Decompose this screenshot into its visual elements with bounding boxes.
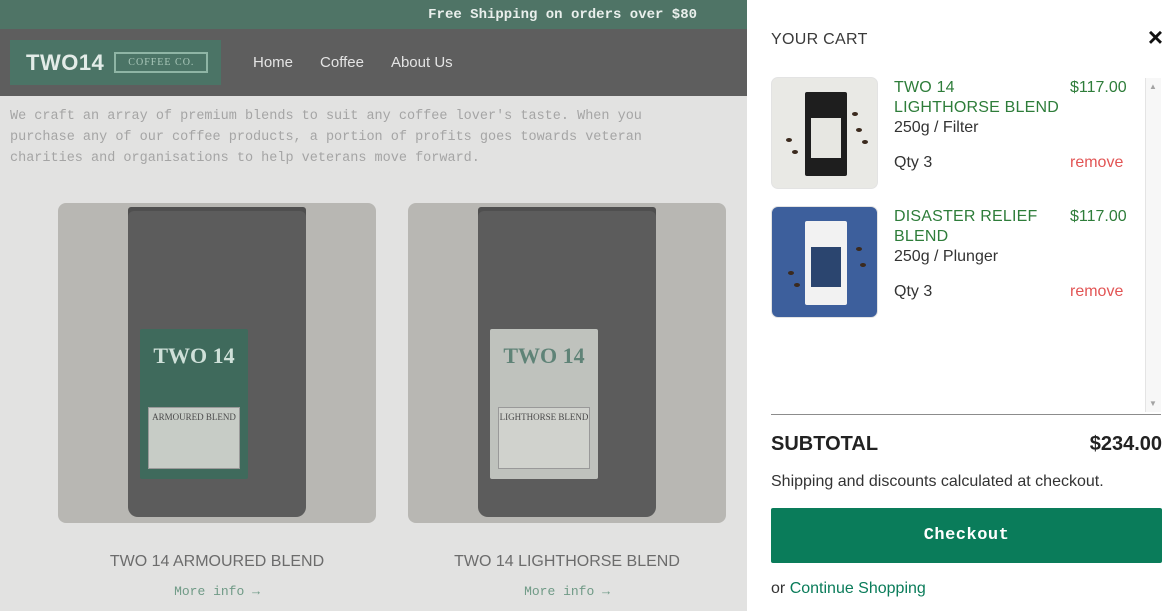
mini-bag-label [811, 247, 841, 287]
nav-coffee[interactable]: Coffee [320, 54, 364, 71]
item-price: $117.00 [1070, 208, 1127, 225]
cart-item: DISASTER RELIEF BLEND $117.00 250g / Plu… [771, 206, 1161, 335]
coffee-bag: TWO 14 ARMOURED BLEND [128, 211, 306, 517]
bean-dot [856, 247, 862, 251]
bean-dot [792, 150, 798, 154]
item-thumbnail[interactable] [771, 206, 878, 318]
product-name[interactable]: TWO 14 ARMOURED BLEND [58, 553, 376, 571]
shipping-note: Shipping and discounts calculated at che… [771, 473, 1104, 490]
mini-bag-image [805, 92, 847, 176]
item-thumbnail[interactable] [771, 77, 878, 189]
announcement-bar: Free Shipping on orders over $80 [0, 0, 747, 29]
nav-home[interactable]: Home [253, 54, 293, 71]
announcement-text: Free Shipping on orders over $80 [428, 6, 697, 23]
close-icon[interactable]: × [1148, 24, 1163, 50]
continue-prefix: or [771, 580, 786, 597]
cart-item: TWO 14 LIGHTHORSE BLEND $117.00 250g / F… [771, 77, 1161, 206]
bean-dot [794, 283, 800, 287]
subtotal-label: SUBTOTAL [771, 433, 879, 455]
divider [771, 414, 1161, 415]
product-name[interactable]: TWO 14 LIGHTHORSE BLEND [408, 553, 726, 571]
coffee-bag: TWO 14 LIGHTHORSE BLEND [478, 211, 656, 517]
cart-scrollbar[interactable]: ▲ ▼ [1145, 78, 1161, 412]
more-info-link[interactable]: More info → [58, 584, 376, 599]
cart-item-list: TWO 14 LIGHTHORSE BLEND $117.00 250g / F… [771, 77, 1161, 411]
bean-dot [786, 138, 792, 142]
item-name[interactable]: DISASTER RELIEF BLEND [894, 207, 1064, 247]
storefront-page: Free Shipping on orders over $80 TWO14 C… [0, 0, 747, 611]
product-card[interactable]: TWO 14 LIGHTHORSE BLEND TWO 14 LIGHTHORS… [408, 203, 726, 599]
scroll-down-icon[interactable]: ▼ [1149, 399, 1157, 408]
scroll-up-icon[interactable]: ▲ [1149, 82, 1157, 91]
continue-row: or Continue Shopping [771, 580, 926, 598]
continue-shopping-link[interactable]: Continue Shopping [790, 580, 926, 597]
item-variant: 250g / Filter [894, 119, 979, 136]
bag-label-box: LIGHTHORSE BLEND [498, 407, 590, 469]
logo-name: TWO14 [26, 49, 105, 75]
cart-title: YOUR CART [771, 31, 868, 48]
bean-dot [860, 263, 866, 267]
item-name[interactable]: TWO 14 LIGHTHORSE BLEND [894, 78, 1064, 118]
product-image[interactable]: TWO 14 ARMOURED BLEND [58, 203, 376, 523]
item-variant: 250g / Plunger [894, 248, 999, 265]
bean-dot [852, 112, 858, 116]
product-image[interactable]: TWO 14 LIGHTHORSE BLEND [408, 203, 726, 523]
bag-label-blend: LIGHTHORSE BLEND [499, 412, 589, 422]
logo[interactable]: TWO14 COFFEE CO. [10, 40, 221, 85]
item-price: $117.00 [1070, 79, 1127, 96]
nav-about-us[interactable]: About Us [391, 54, 453, 71]
more-info-link[interactable]: More info → [408, 584, 726, 599]
intro-text: We craft an array of premium blends to s… [10, 109, 642, 166]
site-header: TWO14 COFFEE CO. Home Coffee About Us [0, 29, 747, 96]
subtotal-value: $234.00 [1089, 433, 1162, 455]
mini-bag-image [805, 221, 847, 305]
bag-label: TWO 14 LIGHTHORSE BLEND [490, 329, 598, 479]
checkout-button[interactable]: Checkout [771, 508, 1162, 563]
remove-link[interactable]: remove [1070, 153, 1123, 173]
item-quantity: Qty 3 [894, 154, 933, 171]
bag-label-box: ARMOURED BLEND [148, 407, 240, 469]
logo-sub: COFFEE CO. [114, 52, 209, 73]
product-card[interactable]: TWO 14 ARMOURED BLEND TWO 14 ARMOURED BL… [58, 203, 376, 599]
main-nav: Home Coffee About Us [253, 54, 453, 71]
bag-label-title: TWO 14 [503, 343, 585, 368]
mini-bag-label [811, 118, 841, 158]
item-quantity: Qty 3 [894, 283, 933, 300]
product-grid: TWO 14 ARMOURED BLEND TWO 14 ARMOURED BL… [58, 203, 726, 599]
bean-dot [862, 140, 868, 144]
remove-link[interactable]: remove [1070, 282, 1123, 302]
bag-label-blend: ARMOURED BLEND [152, 412, 236, 422]
cart-drawer: YOUR CART × TWO 14 LIGHTHORSE BLEND $117… [747, 0, 1175, 611]
bean-dot [856, 128, 862, 132]
bean-dot [788, 271, 794, 275]
bag-label-title: TWO 14 [153, 343, 235, 368]
bag-label: TWO 14 ARMOURED BLEND [140, 329, 248, 479]
